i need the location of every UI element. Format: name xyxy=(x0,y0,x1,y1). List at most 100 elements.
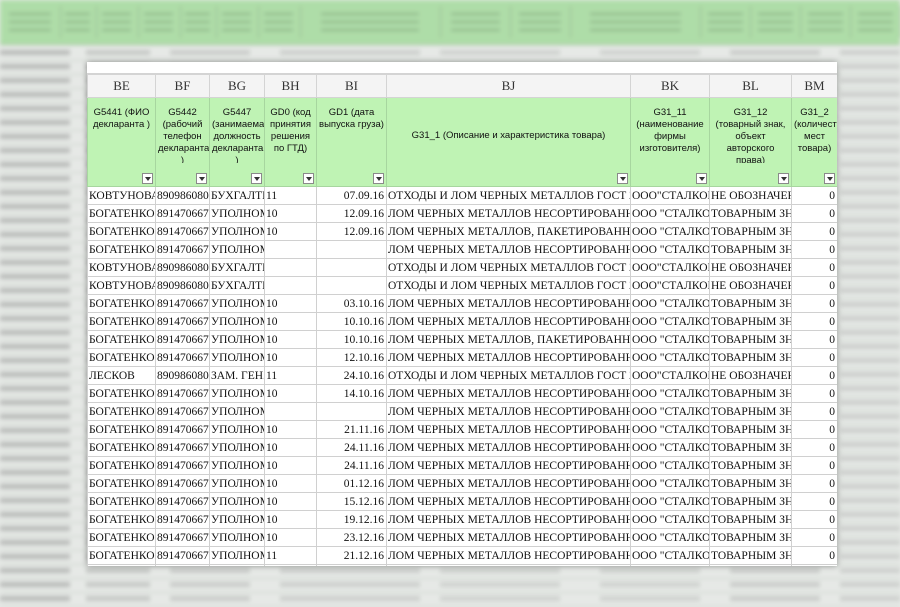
grid-cell[interactable]: ООО "СТАЛКОМ" xyxy=(630,330,710,349)
grid-cell[interactable]: 14.10.16 xyxy=(316,384,387,403)
column-letter[interactable]: BH xyxy=(264,74,317,98)
grid-cell[interactable]: ТОВАРНЫМ ЗНАКОМ xyxy=(709,348,792,367)
grid-cell[interactable]: КОВТУНОВА xyxy=(87,186,156,205)
column-letter[interactable]: BJ xyxy=(386,74,631,98)
grid-cell[interactable]: УПОЛНОМОЧЕННЫЙ xyxy=(209,456,265,475)
filter-dropdown-icon[interactable] xyxy=(696,173,707,184)
grid-cell[interactable]: 11 xyxy=(264,366,317,385)
grid-cell[interactable]: БОГАТЕНКОВ xyxy=(87,240,156,259)
grid-cell[interactable]: БОГАТЕНКОВ xyxy=(87,384,156,403)
grid-cell[interactable]: БОГАТЕНКОВ xyxy=(87,330,156,349)
grid-cell[interactable]: БОГАТЕНКОВ xyxy=(87,222,156,241)
grid-cell[interactable]: 89147066700 xyxy=(155,330,210,349)
grid-cell[interactable]: 89147066700 xyxy=(155,402,210,421)
grid-cell[interactable] xyxy=(264,240,317,259)
grid-cell[interactable]: УПОЛНОМОЧЕННЫЙ xyxy=(209,528,265,547)
grid-cell[interactable]: ТОВАРНЫМ ЗНАКОМ xyxy=(709,420,792,439)
grid-cell[interactable]: ЛОМ ЧЕРНЫХ МЕТАЛЛОВ НЕСОРТИРОВАННЫЙ xyxy=(386,564,631,566)
grid-cell[interactable]: ТОВАРНЫМ ЗНАКОМ xyxy=(709,294,792,313)
grid-cell[interactable]: ТОВАРНЫМ ЗНАКОМ xyxy=(709,510,792,529)
grid-cell[interactable]: 0 xyxy=(791,438,837,457)
grid-cell[interactable]: 01.12.16 xyxy=(316,474,387,493)
grid-cell[interactable]: 89147066700 xyxy=(155,510,210,529)
grid-cell[interactable]: ООО "СТАЛКОМ" xyxy=(630,312,710,331)
grid-cell[interactable]: 24.11.16 xyxy=(316,456,387,475)
grid-cell[interactable]: ООО "СТАЛКОМ" xyxy=(630,204,710,223)
grid-cell[interactable]: ТОВАРНЫМ ЗНАКОМ xyxy=(709,564,792,566)
grid-cell[interactable]: 19.12.16 xyxy=(316,510,387,529)
grid-cell[interactable]: ООО "СТАЛКОМ" xyxy=(630,546,710,565)
grid-cell[interactable]: БОГАТЕНКОВ xyxy=(87,492,156,511)
filter-dropdown-icon[interactable] xyxy=(251,173,262,184)
grid-cell[interactable]: ЛОМ ЧЕРНЫХ МЕТАЛЛОВ НЕСОРТИРОВАННЫЙ xyxy=(386,420,631,439)
grid-cell[interactable]: 0 xyxy=(791,510,837,529)
grid-cell[interactable]: УПОЛНОМОЧЕННЫЙ xyxy=(209,348,265,367)
grid-cell[interactable]: 89147066700 xyxy=(155,546,210,565)
grid-cell[interactable]: ЛОМ ЧЕРНЫХ МЕТАЛЛОВ НЕСОРТИРОВАННЫЙ xyxy=(386,204,631,223)
grid-cell[interactable]: 0 xyxy=(791,456,837,475)
grid-cell[interactable]: 0 xyxy=(791,222,837,241)
grid-cell[interactable]: 0 xyxy=(791,240,837,259)
grid-cell[interactable]: УПОЛНОМОЧЕННЫЙ xyxy=(209,222,265,241)
grid-cell[interactable]: 12.09.16 xyxy=(316,204,387,223)
grid-cell[interactable]: 0 xyxy=(791,492,837,511)
grid-cell[interactable]: 89098608080 xyxy=(155,258,210,277)
grid-cell[interactable]: ООО "СТАЛКОМ" xyxy=(630,402,710,421)
grid-cell[interactable]: 10 xyxy=(264,510,317,529)
grid-cell[interactable]: 89147066700 xyxy=(155,438,210,457)
grid-cell[interactable]: 0 xyxy=(791,564,837,566)
grid-cell[interactable]: УПОЛНОМОЧЕННЫЙ xyxy=(209,312,265,331)
grid-cell[interactable]: БОГАТЕНКОВ xyxy=(87,546,156,565)
grid-cell[interactable]: ООО "СТАЛКОМ" xyxy=(630,438,710,457)
grid-cell[interactable]: ООО"СТАЛКОМ" xyxy=(630,366,710,385)
grid-cell[interactable]: УПОЛНОМОЧ. ООО ТЭФ ВВТ ПОРТ xyxy=(209,240,265,259)
grid-cell[interactable]: НЕ ОБОЗНАЧЕН xyxy=(709,276,792,295)
grid-cell[interactable]: 21.11.16 xyxy=(316,420,387,439)
grid-cell[interactable] xyxy=(264,258,317,277)
grid-cell[interactable]: ТОВАРНЫМ ЗНАКОМ xyxy=(709,456,792,475)
grid-cell[interactable]: ООО "СТАЛКОМ" xyxy=(630,456,710,475)
grid-cell[interactable]: 10 xyxy=(264,492,317,511)
grid-cell[interactable]: ОТХОДЫ И ЛОМ ЧЕРНЫХ МЕТАЛЛОВ ГОСТ 2787-7… xyxy=(386,276,631,295)
grid-cell[interactable] xyxy=(264,402,317,421)
grid-cell[interactable]: ТОВАРНЫМ ЗНАКОМ xyxy=(709,330,792,349)
grid-cell[interactable]: 89147066700 xyxy=(155,420,210,439)
grid-cell[interactable]: ТОВАРНЫМ ЗНАКОМ xyxy=(709,546,792,565)
grid-cell[interactable]: 89147066700 xyxy=(155,528,210,547)
filter-dropdown-icon[interactable] xyxy=(142,173,153,184)
grid-cell[interactable]: 23.12.16 xyxy=(316,528,387,547)
grid-cell[interactable]: КОВТУНОВА xyxy=(87,276,156,295)
grid-cell[interactable]: БОГАТЕНКОВ xyxy=(87,402,156,421)
grid-cell[interactable]: ЛОМ ЧЕРНЫХ МЕТАЛЛОВ НЕСОРТИРОВАННЫЙ xyxy=(386,294,631,313)
grid-cell[interactable]: УПОЛНОМОЧЕННЫЙ xyxy=(209,384,265,403)
grid-cell[interactable]: ТОВАРНЫМ ЗНАКОМ xyxy=(709,402,792,421)
grid-cell[interactable]: 07.09.16 xyxy=(316,186,387,205)
grid-cell[interactable]: УПОЛНОМОЧЕННЫЙ xyxy=(209,420,265,439)
grid-cell[interactable]: 0 xyxy=(791,312,837,331)
grid-cell[interactable]: 11 xyxy=(264,546,317,565)
grid-cell[interactable]: 10 xyxy=(264,348,317,367)
grid-cell[interactable]: ЗАМ. ГЕН. ДИРЕКТОРА xyxy=(209,366,265,385)
grid-cell[interactable]: УПОЛНОМОЧ. ООО ТЭФ ВВТ ПОРТ xyxy=(209,402,265,421)
grid-cell[interactable]: БОГАТЕНКОВ xyxy=(87,204,156,223)
grid-cell[interactable]: 0 xyxy=(791,528,837,547)
filter-dropdown-icon[interactable] xyxy=(373,173,384,184)
grid-cell[interactable]: 0 xyxy=(791,204,837,223)
grid-cell[interactable]: 89147066700 xyxy=(155,222,210,241)
grid-cell[interactable]: ООО"СТАЛКОМ" xyxy=(630,258,710,277)
grid-cell[interactable]: 0 xyxy=(791,186,837,205)
grid-cell[interactable]: 10 xyxy=(264,222,317,241)
grid-cell[interactable]: 10 xyxy=(264,312,317,331)
grid-cell[interactable]: 12.09.16 xyxy=(316,222,387,241)
grid-cell[interactable]: ЛОМ ЧЕРНЫХ МЕТАЛЛОВ НЕСОРТИРОВАННЫЙ xyxy=(386,384,631,403)
grid-cell[interactable]: 89147066700 xyxy=(155,348,210,367)
grid-cell[interactable]: ЛОМ ЧЕРНЫХ МЕТАЛЛОВ НЕСОРТИРОВАННЫЙ xyxy=(386,528,631,547)
grid-cell[interactable]: ООО "СТАЛКОМ" xyxy=(630,222,710,241)
grid-cell[interactable]: 89098608080 xyxy=(155,186,210,205)
grid-cell[interactable]: БОГАТЕНКОВ xyxy=(87,312,156,331)
field-header-cell[interactable]: GD0 (код принятия решения по ГТД) xyxy=(264,97,317,187)
grid-cell[interactable]: 89147066700 xyxy=(155,384,210,403)
field-header-cell[interactable]: GD1 (дата выпуска груза) xyxy=(316,97,387,187)
grid-cell[interactable]: ЛОМ ЧЕРНЫХ МЕТАЛЛОВ НЕСОРТИРОВАННЫЙ xyxy=(386,240,631,259)
grid-cell[interactable]: БОГАТЕНКОВ xyxy=(87,528,156,547)
